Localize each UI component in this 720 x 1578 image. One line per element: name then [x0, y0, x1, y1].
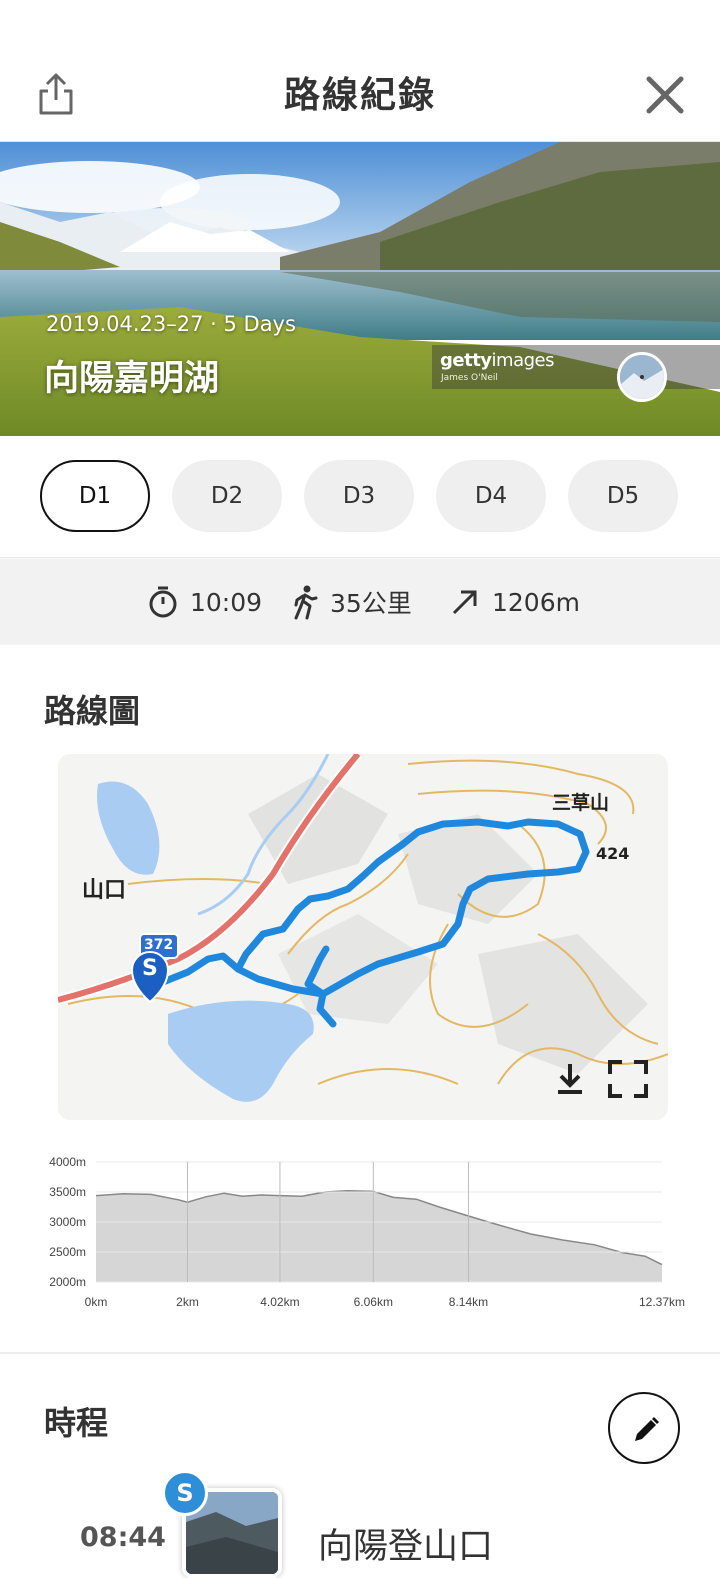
x-tick-label: 6.06km: [354, 1295, 393, 1309]
photo-credit: gettyimages James O'Neil: [432, 345, 720, 389]
page-title: 路線紀錄: [283, 75, 436, 116]
duration-stat: 10:09: [146, 559, 262, 645]
edit-icon: [635, 1417, 659, 1441]
schedule-entry-time: 08:44: [80, 1522, 166, 1553]
distance-value: 35公里: [330, 589, 412, 618]
start-badge: S: [162, 1470, 208, 1516]
map-label-peak: 三草山: [552, 792, 610, 814]
elevation-chart-svg: 4000m 3500m 3000m 2500m 2000m 0km 2km 4.02km 6.0…: [49, 1155, 685, 1309]
ascent-stat: 1206m: [448, 559, 580, 645]
trail-name: 向陽嘉明湖: [44, 359, 220, 399]
fullscreen-icon[interactable]: [608, 1060, 648, 1098]
y-tick-label: 3500m: [49, 1185, 86, 1199]
start-marker-label: S: [142, 956, 158, 981]
x-tick-label: 12.37km: [639, 1295, 685, 1309]
map-label-trailhead-area: 山口: [82, 878, 127, 903]
tab-day-3[interactable]: D3: [304, 460, 414, 532]
edit-button[interactable]: [608, 1392, 680, 1464]
day-tabs: D1 D2 D3 D4 D5: [0, 436, 720, 558]
stopwatch-icon: [149, 586, 177, 618]
walking-icon: [294, 585, 318, 620]
x-tick-label: 0km: [85, 1295, 108, 1309]
tab-day-5[interactable]: D5: [568, 460, 678, 532]
hero-image: 2019.04.23–27 · 5 Days 向陽嘉明湖 gettyimages…: [0, 142, 720, 436]
x-tick-label: 8.14km: [449, 1295, 488, 1309]
ascent-arrow-icon: [452, 590, 477, 615]
duration-value: 10:09: [190, 587, 263, 617]
map-label-peak-elevation: 424: [596, 844, 630, 863]
ascent-value: 1206m: [492, 587, 580, 617]
top-bar: 路線紀錄: [0, 0, 720, 142]
schedule-entry[interactable]: 08:44 S 向陽登山口: [0, 1466, 720, 1578]
tab-day-1[interactable]: D1: [40, 460, 150, 532]
y-tick-label: 2000m: [49, 1275, 86, 1289]
route-map[interactable]: 山口 三草山 424 372 S: [58, 754, 668, 1120]
x-tick-label: 2km: [176, 1295, 199, 1309]
photo-credit-brand: gettyimages: [440, 350, 555, 371]
avatar[interactable]: [617, 352, 667, 402]
y-tick-label: 3000m: [49, 1215, 86, 1229]
map-road-number: 372: [144, 937, 174, 953]
y-tick-label: 2500m: [49, 1245, 86, 1259]
trip-date-range: 2019.04.23–27 · 5 Days: [46, 312, 296, 336]
distance-stat: 35公里: [290, 559, 412, 645]
elevation-area: [96, 1190, 662, 1282]
tab-day-2[interactable]: D2: [172, 460, 282, 532]
schedule-entry-place: 向陽登山口: [318, 1527, 494, 1567]
photo-credit-author: James O'Neil: [441, 373, 498, 383]
y-tick-label: 4000m: [49, 1155, 86, 1169]
schedule-title: 時程: [44, 1404, 109, 1442]
x-tick-label: 4.02km: [260, 1295, 299, 1309]
close-icon[interactable]: [640, 70, 690, 120]
day-stats-bar: 10:09 35公里 1206m: [0, 559, 720, 645]
tab-day-4[interactable]: D4: [436, 460, 546, 532]
route-map-title: 路線圖: [44, 692, 141, 730]
section-divider: [0, 1352, 720, 1354]
elevation-chart: 4000m 3500m 3000m 2500m 2000m 0km 2km 4.02km 6.0…: [40, 1150, 700, 1320]
